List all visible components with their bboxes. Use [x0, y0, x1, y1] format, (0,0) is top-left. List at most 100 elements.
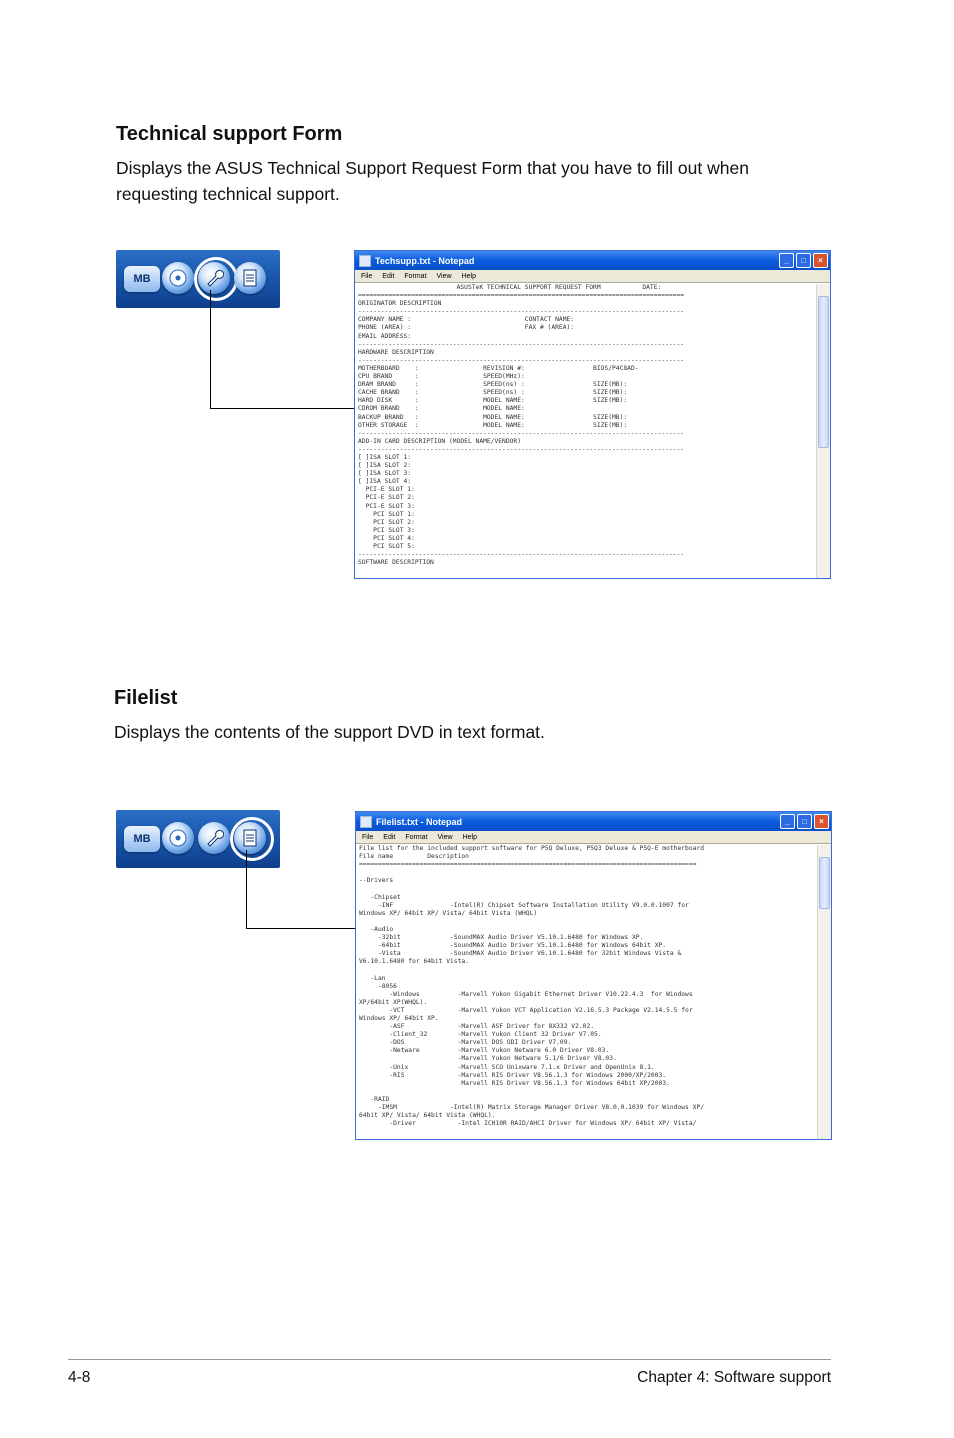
mb-label: MB [133, 273, 151, 285]
text-line: -Driver -Intel ICH10R RAID/AHCI Driver f… [359, 1120, 697, 1128]
text-line: -ASF -Marvell ASF Driver for 8X332 V2.02… [359, 1023, 595, 1031]
text-line: [ ]ISA SLOT 2: [358, 462, 412, 470]
text-line: ----------------------------------------… [358, 356, 685, 364]
text-line: -64bit -SoundMAX Audio Driver V5.10.1.64… [359, 942, 667, 950]
menu-bar: File Edit Format View Help [356, 831, 831, 844]
window-title: Techsupp.txt - Notepad [375, 255, 475, 266]
tech-support-wrench-icon[interactable] [198, 822, 230, 854]
maximize-icon[interactable]: □ [797, 814, 812, 829]
text-line: HARDWARE DESCRIPTION [358, 348, 434, 356]
menu-view[interactable]: View [437, 273, 452, 280]
motherboard-info-button[interactable]: MB [124, 826, 160, 852]
vertical-scrollbar[interactable] [817, 845, 831, 1139]
callout-connector [210, 290, 355, 409]
window-title-bar[interactable]: Filelist.txt - Notepad _ □ × [356, 812, 831, 831]
menu-bar: File Edit Format View Help [355, 270, 830, 283]
text-line: File list for the included support softw… [359, 845, 704, 852]
minimize-icon[interactable]: _ [779, 253, 794, 268]
text-line: Windows XP/ 64bit XP/ Vista/ 64bit Vista… [359, 909, 538, 917]
text-line: EMAIL ADDRESS: [358, 332, 412, 340]
text-line: -Vista -SoundMAX Audio Driver V6.10.1.64… [359, 950, 682, 958]
motherboard-info-button[interactable]: MB [124, 266, 160, 292]
scroll-thumb[interactable] [819, 857, 830, 909]
text-line: PCI-E SLOT 3: [358, 502, 415, 510]
disc-browse-icon[interactable] [162, 822, 194, 854]
page-number: 4-8 [68, 1369, 91, 1386]
techsupp-notepad-window: Techsupp.txt - Notepad _ □ × File Edit F… [354, 250, 831, 579]
text-line: ========================================… [358, 292, 685, 300]
text-line: -IMSM -Intel(R) Matrix Storage Manager D… [359, 1104, 704, 1111]
window-title: Filelist.txt - Notepad [376, 816, 463, 827]
text-content[interactable]: File list for the included support softw… [356, 845, 817, 1139]
menu-format[interactable]: Format [404, 273, 426, 280]
text-line: ----------------------------------------… [358, 551, 685, 559]
wrench-icon [207, 829, 224, 847]
text-line: ASUSTeK TECHNICAL SUPPORT REQUEST FORM D… [358, 284, 662, 291]
text-line: ----------------------------------------… [358, 429, 685, 437]
text-line: CDROM BRAND : MODEL NAME: [358, 405, 525, 413]
menu-file[interactable]: File [361, 273, 372, 280]
text-line [359, 869, 817, 877]
text-line: ----------------------------------------… [358, 445, 685, 453]
section-title-filelist: Filelist [114, 687, 178, 709]
text-line: ORIGINATOR DESCRIPTION [358, 300, 442, 308]
menu-format[interactable]: Format [405, 834, 427, 841]
menu-file[interactable]: File [362, 834, 373, 841]
text-line: ----------------------------------------… [358, 308, 685, 316]
text-line: 64bit XP/ Vista/ 64bit Vista (WHQL). [359, 1112, 496, 1120]
text-line: ADD-IN CARD DESCRIPTION (MODEL NAME/VEND… [358, 437, 522, 445]
document-icon [243, 269, 257, 287]
text-line: -DOS -Marvell DOS ODI Driver V7.09. [359, 1039, 572, 1047]
scroll-thumb[interactable] [818, 296, 829, 448]
menu-help[interactable]: Help [462, 273, 476, 280]
filelist-notepad-window: Filelist.txt - Notepad _ □ × File Edit F… [355, 811, 832, 1140]
disc-browse-icon[interactable] [162, 262, 194, 294]
text-line: -RAID [359, 1095, 390, 1103]
text-line: ----------------------------------------… [358, 340, 685, 348]
menu-view[interactable]: View [438, 834, 453, 841]
callout-connector [246, 850, 355, 929]
text-content[interactable]: ASUSTeK TECHNICAL SUPPORT REQUEST FORM D… [355, 284, 816, 578]
text-line: Windows XP/ 64bit XP. [359, 1014, 439, 1022]
text-line: SOFTWARE DESCRIPTION [358, 559, 434, 567]
disc-icon [169, 269, 187, 287]
text-line: -Unix -Marvell SCO Unixware 7.1.x Driver… [359, 1063, 655, 1071]
text-line: COMPANY NAME : CONTACT NAME: [358, 316, 575, 324]
menu-edit[interactable]: Edit [382, 273, 394, 280]
close-icon[interactable]: × [813, 253, 828, 268]
text-line: [ ]ISA SLOT 3: [358, 470, 412, 478]
vertical-scrollbar[interactable] [816, 284, 830, 578]
text-line: V6.10.1.6480 for 64bit Vista. [359, 958, 469, 966]
text-line: PCI SLOT 4: [358, 534, 415, 542]
maximize-icon[interactable]: □ [796, 253, 811, 268]
text-line: CPU BRAND : SPEED(MHz): [358, 373, 525, 381]
section-description-filelist: Displays the contents of the support DVD… [114, 722, 545, 742]
description-line: requesting technical support. [116, 184, 340, 204]
text-line: -RIS -Marvell RIS Driver V8.56.1.3 for W… [359, 1071, 667, 1079]
close-icon[interactable]: × [814, 814, 829, 829]
text-line: -Audio [359, 925, 394, 933]
notepad-icon [359, 254, 371, 267]
window-title-bar[interactable]: Techsupp.txt - Notepad _ □ × [355, 251, 830, 270]
text-line: [ ]ISA SLOT 4: [358, 478, 412, 486]
chapter-label: Chapter 4: Software support [637, 1369, 831, 1386]
text-line: XP/64bit XP(WHQL). [359, 998, 428, 1006]
text-line: -INF -Intel(R) Chipset Software Installa… [359, 901, 689, 909]
notepad-icon [360, 815, 372, 828]
text-line: -Marvell Yukon Netware 5.1/6 Driver V8.0… [359, 1055, 617, 1063]
text-line [359, 1088, 817, 1096]
text-line: -VCT -Marvell Yukon VCT Application V2.1… [359, 1006, 693, 1014]
minimize-icon[interactable]: _ [780, 814, 795, 829]
menu-edit[interactable]: Edit [383, 834, 395, 841]
text-line: -Windows -Marvell Yukon Gigabit Ethernet… [359, 990, 693, 998]
text-line: PCI SLOT 5: [358, 543, 415, 550]
text-line [359, 966, 817, 974]
section-description-tech-support: Displays the ASUS Technical Support Requ… [116, 155, 749, 207]
text-line: -8056 [359, 982, 397, 990]
text-line: BACKUP BRAND : MODEL NAME: SIZE(MB): [358, 413, 628, 421]
text-line: Marvell RIS Driver V8.56.1.3 for Windows… [359, 1079, 670, 1087]
menu-help[interactable]: Help [463, 834, 477, 841]
text-line: PCI-E SLOT 1: [358, 486, 415, 494]
text-line: -32bit -SoundMAX Audio Driver V5.10.1.64… [359, 934, 644, 942]
text-line: -Client_32 -Marvell Yukon Client 32 Driv… [359, 1031, 602, 1039]
